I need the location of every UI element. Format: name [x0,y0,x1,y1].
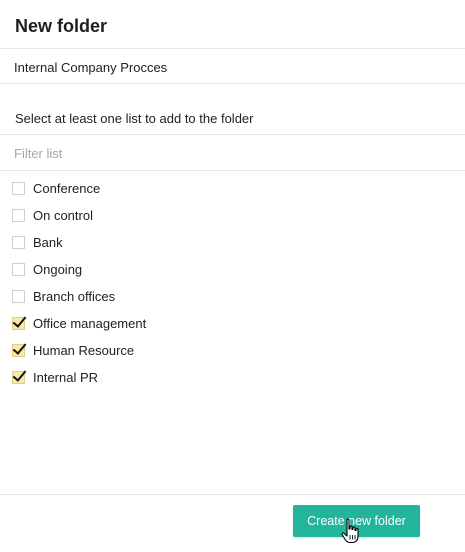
list-item-label: Branch offices [33,289,116,304]
checkbox[interactable] [12,209,25,222]
list-item-conference[interactable]: Conference [12,175,146,202]
list-item-office-management[interactable]: Office management [12,310,146,337]
list-item-label: On control [33,208,93,223]
list-selection: Conference On control Bank Ongoing Branc… [12,175,146,391]
divider [0,48,465,49]
list-item-branch-offices[interactable]: Branch offices [12,283,146,310]
new-folder-dialog: New folder Select at least one list to a… [0,0,465,552]
checkbox-checked[interactable] [12,344,25,357]
list-item-label: Internal PR [33,370,99,385]
instruction-text: Select at least one list to add to the f… [15,111,254,126]
checkbox[interactable] [12,236,25,249]
checkbox-checked[interactable] [12,317,25,330]
list-item-internal-pr[interactable]: Internal PR [12,364,146,391]
list-item-label: Office management [33,316,147,331]
list-item-human-resource[interactable]: Human Resource [12,337,146,364]
divider [0,134,465,135]
checkbox[interactable] [12,182,25,195]
checkbox[interactable] [12,263,25,276]
filter-list-input[interactable] [14,144,444,162]
dialog-title: New folder [15,16,108,36]
list-item-label: Bank [33,235,63,250]
divider [0,170,465,171]
list-item-label: Human Resource [33,343,135,358]
list-item-label: Conference [33,181,101,196]
list-item-on-control[interactable]: On control [12,202,146,229]
list-item-ongoing[interactable]: Ongoing [12,256,146,283]
checkbox-checked[interactable] [12,371,25,384]
checkbox[interactable] [12,290,25,303]
divider [0,83,465,84]
list-item-bank[interactable]: Bank [12,229,146,256]
list-item-label: Ongoing [33,262,83,277]
footer-divider [0,494,465,495]
create-new-folder-button[interactable]: Create new folder [293,505,420,537]
folder-name-input[interactable] [14,57,444,77]
